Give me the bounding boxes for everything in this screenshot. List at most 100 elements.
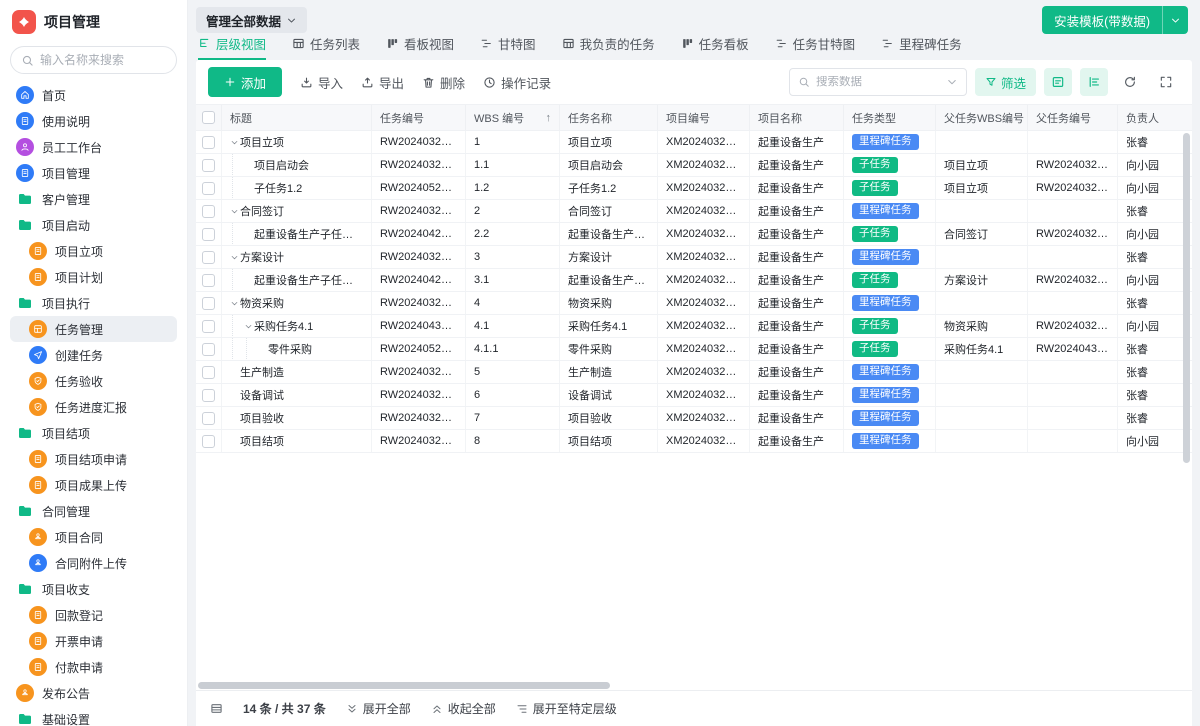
sidebar-item[interactable]: 项目合同 [10, 524, 177, 550]
row-checkbox[interactable] [202, 435, 215, 448]
sidebar-item[interactable]: 项目管理 [10, 160, 177, 186]
sidebar-item[interactable]: 项目成果上传 [10, 472, 177, 498]
row-checkbox[interactable] [202, 320, 215, 333]
table-row[interactable]: 项目启动会RW202403270091.1项目启动会XM20240327001起… [196, 154, 1192, 177]
tab[interactable]: 任务甘特图 [775, 34, 856, 60]
tab[interactable]: 层级视图 [198, 34, 266, 60]
delete-button[interactable]: 删除 [422, 73, 465, 92]
export-button[interactable]: 导出 [361, 73, 404, 92]
tab[interactable]: 任务看板 [681, 34, 749, 60]
sidebar-item[interactable]: 基础设置 [10, 706, 177, 726]
refresh-button[interactable] [1116, 68, 1144, 96]
table-row[interactable]: 起重设备生产子任务3.1RW202404230033.1起重设备生产子任务3.1… [196, 269, 1192, 292]
table-row[interactable]: 子任务1.2RW202405230011.2子任务1.2XM2024032700… [196, 177, 1192, 200]
header-cell-title[interactable]: 标题 [222, 105, 372, 130]
tab[interactable]: 我负责的任务 [562, 34, 655, 60]
header-cell-owner[interactable]: 负责人 [1118, 105, 1192, 130]
table-row[interactable]: 项目立项RW202403270011项目立项XM20240327001起重设备生… [196, 131, 1192, 154]
header-cell-project_code[interactable]: 项目编号 [658, 105, 750, 130]
sidebar-item[interactable]: 员工工作台 [10, 134, 177, 160]
install-template-label[interactable]: 安装模板(带数据) [1042, 6, 1162, 34]
row-checkbox[interactable] [202, 251, 215, 264]
fullscreen-button[interactable] [1152, 68, 1180, 96]
task-title[interactable]: 合同签订 [240, 203, 284, 219]
expand-chevron-icon[interactable] [228, 200, 240, 222]
table-row[interactable]: 方案设计RW202403270033方案设计XM20240327001起重设备生… [196, 246, 1192, 269]
import-button[interactable]: 导入 [300, 73, 343, 92]
install-template-caret[interactable] [1162, 6, 1188, 34]
task-title[interactable]: 采购任务4.1 [254, 318, 313, 334]
task-title[interactable]: 设备调试 [240, 387, 284, 403]
table-search[interactable] [789, 68, 967, 96]
sort-asc-icon[interactable]: ↑ [546, 112, 552, 124]
row-checkbox[interactable] [202, 182, 215, 195]
header-cell-parent_wbs[interactable]: 父任务WBS编号 [936, 105, 1028, 130]
row-checkbox[interactable] [202, 228, 215, 241]
task-title[interactable]: 零件采购 [268, 341, 312, 357]
install-template-button[interactable]: 安装模板(带数据) [1042, 6, 1188, 34]
table-row[interactable]: 零件采购RW202405220014.1.1零件采购XM20240327001起… [196, 338, 1192, 361]
header-cell-type[interactable]: 任务类型 [844, 105, 936, 130]
task-title[interactable]: 子任务1.2 [254, 180, 302, 196]
form-view-button[interactable] [1044, 68, 1072, 96]
sidebar-item[interactable]: 开票申请 [10, 628, 177, 654]
expand-all-button[interactable]: 展开全部 [346, 700, 411, 717]
sidebar-item[interactable]: 客户管理 [10, 186, 177, 212]
row-config-button[interactable] [1080, 68, 1108, 96]
sidebar-item[interactable]: 首页 [10, 82, 177, 108]
tab[interactable]: 看板视图 [386, 34, 454, 60]
row-checkbox[interactable] [202, 343, 215, 356]
task-title[interactable]: 物资采购 [240, 295, 284, 311]
tab[interactable]: 甘特图 [480, 34, 536, 60]
table-row[interactable]: 设备调试RW202403270066设备调试XM20240327001起重设备生… [196, 384, 1192, 407]
row-checkbox[interactable] [202, 389, 215, 402]
sidebar-search[interactable] [10, 46, 177, 74]
expand-chevron-icon[interactable] [228, 292, 240, 314]
history-button[interactable]: 操作记录 [483, 73, 551, 92]
task-title[interactable]: 项目验收 [240, 410, 284, 426]
task-title[interactable]: 起重设备生产子任务3.1 [254, 272, 363, 288]
table-row[interactable]: 物资采购RW202403270044物资采购XM20240327001起重设备生… [196, 292, 1192, 315]
sidebar-item[interactable]: 项目计划 [10, 264, 177, 290]
sidebar-item[interactable]: 任务管理 [10, 316, 177, 342]
task-title[interactable]: 方案设计 [240, 249, 284, 265]
sidebar-item[interactable]: 合同附件上传 [10, 550, 177, 576]
row-checkbox[interactable] [202, 297, 215, 310]
sidebar-item[interactable]: 项目执行 [10, 290, 177, 316]
collapse-all-button[interactable]: 收起全部 [431, 700, 496, 717]
add-button[interactable]: 添加 [208, 67, 282, 97]
header-cell-wbs[interactable]: WBS 编号↑ [466, 105, 560, 130]
chevron-down-icon[interactable] [946, 76, 958, 88]
task-title[interactable]: 生产制造 [240, 364, 284, 380]
sidebar-item[interactable]: 付款申请 [10, 654, 177, 680]
row-checkbox[interactable] [202, 136, 215, 149]
header-cell-parent_code[interactable]: 父任务编号 [1028, 105, 1118, 130]
sidebar-item[interactable]: 创建任务 [10, 342, 177, 368]
tab[interactable]: 任务列表 [292, 34, 360, 60]
table-search-input[interactable] [816, 76, 940, 88]
sidebar-item[interactable]: 任务验收 [10, 368, 177, 394]
table-row[interactable]: 合同签订RW202403270022合同签订XM20240327001起重设备生… [196, 200, 1192, 223]
select-all-header-cell[interactable] [196, 105, 222, 130]
sidebar-item[interactable]: 项目启动 [10, 212, 177, 238]
table-row[interactable]: 起重设备生产子任务2.2RW202404230022.2起重设备生产子任务2.2… [196, 223, 1192, 246]
horizontal-scrollbar-thumb[interactable] [198, 682, 610, 689]
row-checkbox[interactable] [202, 366, 215, 379]
expand-chevron-icon[interactable] [228, 131, 240, 153]
row-checkbox[interactable] [202, 274, 215, 287]
select-all-checkbox[interactable] [202, 111, 215, 124]
table-row[interactable]: 项目验收RW202403270077项目验收XM20240327001起重设备生… [196, 407, 1192, 430]
vertical-scrollbar[interactable] [1183, 133, 1190, 463]
sidebar-item[interactable]: 回款登记 [10, 602, 177, 628]
task-title[interactable]: 项目结项 [240, 433, 284, 449]
sidebar-item[interactable]: 项目结项申请 [10, 446, 177, 472]
sidebar-item[interactable]: 发布公告 [10, 680, 177, 706]
task-title[interactable]: 起重设备生产子任务2.2 [254, 226, 363, 242]
sidebar-item[interactable]: 项目收支 [10, 576, 177, 602]
sidebar-item[interactable]: 项目结项 [10, 420, 177, 446]
header-cell-code[interactable]: 任务编号 [372, 105, 466, 130]
sidebar-item[interactable]: 合同管理 [10, 498, 177, 524]
task-title[interactable]: 项目启动会 [254, 157, 309, 173]
filter-button[interactable]: 筛选 [975, 68, 1036, 96]
table-row[interactable]: 项目结项RW202403270088项目结项XM20240327001起重设备生… [196, 430, 1192, 453]
